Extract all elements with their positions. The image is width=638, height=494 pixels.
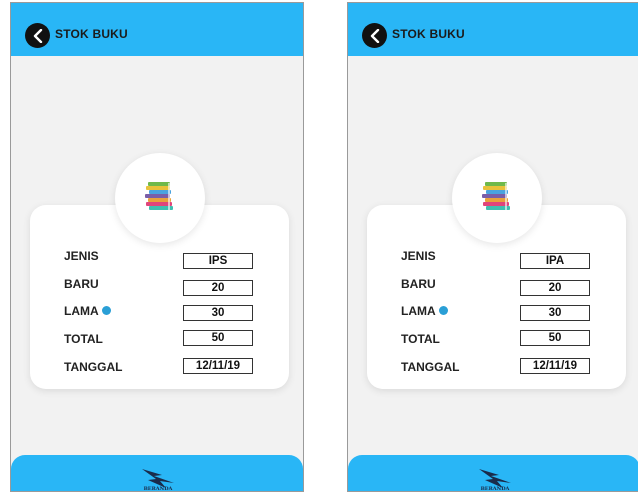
chevron-left-icon (369, 28, 381, 43)
back-button[interactable] (362, 23, 387, 48)
baru-field[interactable]: 20 (183, 280, 253, 296)
jenis-label: JENIS (64, 249, 99, 263)
lama-field[interactable]: 30 (520, 305, 590, 321)
stack-of-books-icon (477, 179, 517, 218)
baru-label: BARU (401, 277, 436, 291)
baru-label: BARU (64, 277, 99, 291)
jenis-label: JENIS (401, 249, 436, 263)
jenis-field[interactable]: IPS (183, 253, 253, 269)
top-app-bar: STOK BUKU (11, 3, 303, 56)
lama-field[interactable]: 30 (183, 305, 253, 321)
stack-of-books-icon (140, 179, 180, 218)
page-title: STOK BUKU (55, 27, 128, 41)
beranda-label[interactable]: BERANDA (136, 486, 180, 491)
top-app-bar: STOK BUKU (348, 3, 638, 56)
lama-label-row: LAMA (64, 304, 111, 318)
total-label: TOTAL (64, 332, 103, 346)
total-field[interactable]: 50 (183, 330, 253, 346)
page-title: STOK BUKU (392, 27, 465, 41)
baru-field[interactable]: 20 (520, 280, 590, 296)
tanggal-label: TANGGAL (64, 360, 123, 374)
total-label: TOTAL (401, 332, 440, 346)
tanggal-field[interactable]: 12/11/19 (520, 358, 590, 374)
lama-label: LAMA (401, 304, 436, 318)
back-button[interactable] (25, 23, 50, 48)
beranda-label[interactable]: BERANDA (473, 486, 517, 491)
info-dot-icon[interactable] (438, 306, 448, 316)
phone-screen-right: STOK BUKU JENIS IPA BARU 20 LAMA 30 TOTA… (347, 2, 638, 492)
lama-label-row: LAMA (401, 304, 448, 318)
chevron-left-icon (32, 28, 44, 43)
tanggal-field[interactable]: 12/11/19 (183, 358, 253, 374)
lama-label: LAMA (64, 304, 99, 318)
books-icon-bubble (452, 153, 542, 243)
phone-screen-left: STOK BUKU JENIS IPS BARU 20 LAMA 30 TOTA… (10, 2, 304, 492)
jenis-field[interactable]: IPA (520, 253, 590, 269)
info-dot-icon[interactable] (101, 306, 111, 316)
tanggal-label: TANGGAL (401, 360, 460, 374)
books-icon-bubble (115, 153, 205, 243)
total-field[interactable]: 50 (520, 330, 590, 346)
